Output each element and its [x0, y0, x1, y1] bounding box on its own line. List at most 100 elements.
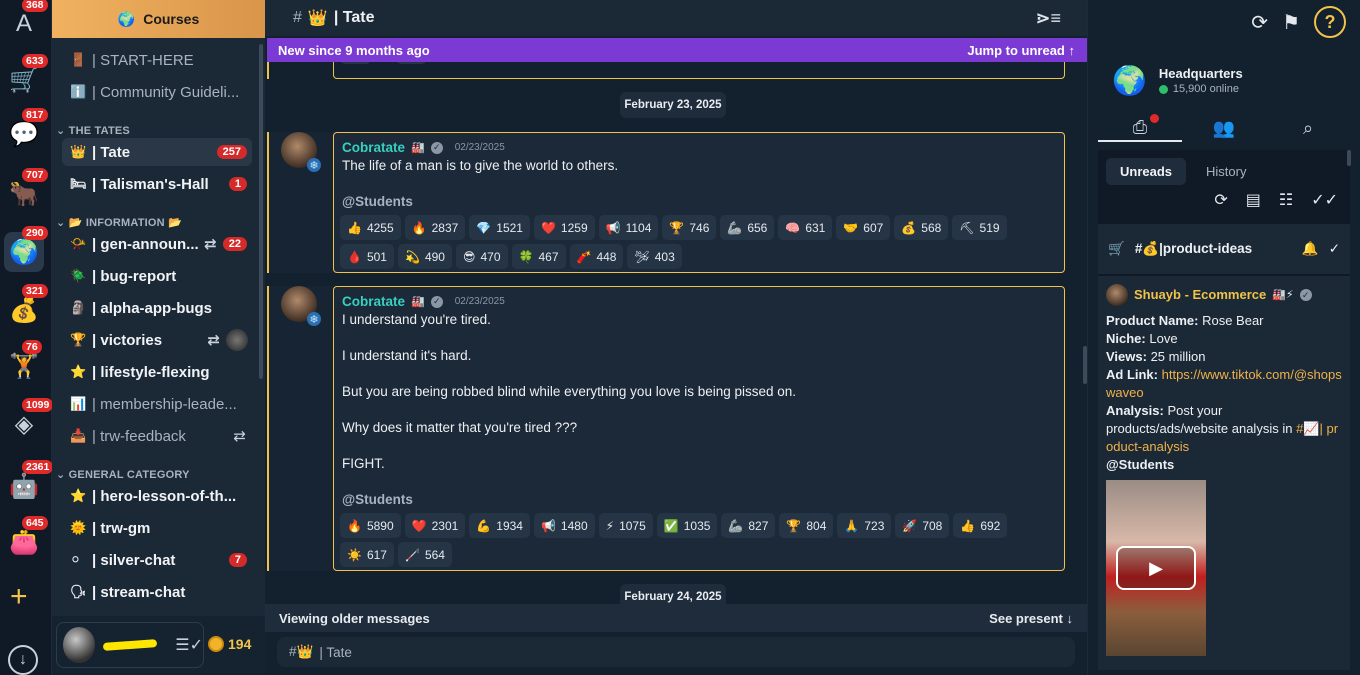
courses-button[interactable]: 🌍 Courses	[52, 0, 265, 38]
reaction-chip[interactable]: ❤️ 2301	[404, 513, 466, 538]
rail-money-button[interactable]: 💰 321	[4, 284, 48, 330]
reaction-chip[interactable]: 📢 1104	[598, 215, 659, 240]
tab-inbox[interactable]: ⎙	[1098, 114, 1182, 142]
reaction-chip[interactable]: 💎 1521	[469, 215, 530, 240]
bell-icon[interactable]: 🔔	[1302, 241, 1319, 257]
author-avatar[interactable]	[281, 132, 321, 172]
refresh-icon[interactable]: ⟳	[1251, 10, 1268, 35]
add-campus-icon[interactable]: +	[10, 580, 28, 614]
reaction-chip[interactable]: 🧨 448	[569, 244, 624, 269]
sidebar-channel-item[interactable]: 🚪 | START-HERE	[62, 46, 252, 74]
reaction-chip[interactable]: 🦯 564	[397, 542, 452, 567]
sidebar-scrollbar[interactable]	[259, 44, 263, 379]
refresh-icon[interactable]: ⟳	[1214, 190, 1227, 210]
flag-icon[interactable]: ⚑	[1282, 10, 1300, 35]
avatar[interactable]	[63, 627, 96, 663]
sidebar-channel-item[interactable]: 🌞 | trw-gm	[62, 514, 252, 542]
archive-icon[interactable]: ▤	[1246, 190, 1261, 210]
mention[interactable]: @Students	[342, 492, 413, 507]
rail-ai-button[interactable]: 🤖 2361	[4, 460, 54, 506]
tab-search[interactable]: ⌕	[1266, 114, 1350, 142]
reaction-chip[interactable]: 💫 490	[397, 244, 452, 269]
sidebar-channel-item[interactable]: 🪲 | bug-report	[62, 262, 252, 290]
sidebar-channel-item[interactable]: 🗿 | alpha-app-bugs	[62, 294, 252, 322]
rail-bull-button[interactable]: 🐂 707	[4, 168, 48, 214]
author-name[interactable]: Shuayb - Ecommerce	[1134, 286, 1266, 304]
feed-header[interactable]: 🛒 #💰|product-ideas 🔔 ✓	[1098, 224, 1350, 274]
sidebar-channel-item[interactable]: 🗣 | stream-chat	[62, 578, 252, 606]
sidebar-channel-item[interactable]: 🏆 | victories ⇄	[62, 326, 252, 354]
see-present-button[interactable]: See present ↓	[989, 611, 1073, 626]
rail-fitness-button[interactable]: 🏋 76	[4, 340, 44, 386]
play-icon[interactable]: ▶	[1116, 546, 1196, 590]
author-name[interactable]: Cobratate	[342, 140, 405, 155]
message-composer[interactable]: #👑 | Tate	[277, 637, 1075, 667]
download-icon[interactable]: ↓	[8, 645, 38, 675]
sidebar-channel-item[interactable]: 📯 | gen-announ... ⇄ 22	[62, 230, 252, 258]
reaction-chip[interactable]: 🧠 631	[778, 215, 833, 240]
reaction-chip[interactable]: 🔥 5890	[340, 513, 401, 538]
reaction-chip[interactable]: 🚀 708	[895, 513, 950, 538]
reaction-chip[interactable]: ✅ 1035	[656, 513, 718, 538]
sidebar-channel-item[interactable]: 🛏 | Talisman's-Hall 1	[62, 170, 252, 198]
author-avatar[interactable]	[281, 286, 321, 326]
sidebar-channel-item[interactable]: 📊 | membership-leade...	[62, 390, 252, 418]
sidebar-channel-item[interactable]: ⭐ | lifestyle-flexing	[62, 358, 252, 386]
sidebar-channel-item[interactable]: 👑 | Tate 257	[62, 138, 252, 166]
reaction-chip[interactable]: ❤️ 1259	[533, 215, 595, 240]
reaction-chip[interactable]: 📢 1480	[533, 513, 595, 538]
reaction-chip[interactable]: ⛏ 519	[952, 215, 1007, 240]
unreads-tab[interactable]: Unreads	[1106, 158, 1187, 185]
reaction-chip[interactable]: 🦾 656	[720, 215, 775, 240]
rail-chat-button[interactable]: 💬 817	[4, 108, 48, 154]
mention[interactable]: @Students	[342, 194, 413, 209]
inbox-scrollbar[interactable]	[1347, 150, 1351, 166]
check-icon[interactable]: ✓	[1329, 241, 1340, 257]
user-card[interactable]: ☰✓	[56, 622, 204, 668]
reaction-chip[interactable]: 👍 4255	[340, 215, 401, 240]
reaction-chip[interactable]: 🙏 723	[837, 513, 892, 538]
sidebar-channel-item[interactable]: ⭐ | hero-lesson-of-th...	[62, 482, 252, 510]
tab-members[interactable]: 👥	[1182, 114, 1266, 142]
coin-balance[interactable]: 194	[208, 636, 251, 652]
category-header[interactable]: ⌄ THE TATES	[56, 124, 130, 137]
feed-channel-name[interactable]: #💰|product-ideas	[1135, 241, 1292, 257]
reaction-chip[interactable]: ⚡ 1075	[598, 513, 653, 538]
reaction-chip[interactable]: 👍 692	[953, 513, 1008, 538]
reaction-chip[interactable]: 💰 568	[894, 215, 949, 240]
rail-crypto-button[interactable]: ◈ 1099	[4, 398, 54, 444]
sidebar-channel-item[interactable]: ℹ️ | Community Guideli...	[62, 78, 252, 106]
message-scroll-area[interactable]: 442 480 February 23, 2025 Cobratate 🏭 ✓ …	[265, 62, 1087, 604]
reaction-chip[interactable]: 442	[340, 62, 371, 64]
filter-icon[interactable]: ☷	[1279, 190, 1293, 210]
sidebar-channel-item[interactable]: ⚪ | silver-chat 7	[62, 546, 252, 574]
reaction-chip[interactable]: 🛩 403	[627, 244, 682, 269]
history-tab[interactable]: History	[1192, 158, 1260, 185]
sidebar-channel-item[interactable]: 📥 | trw-feedback ⇄	[62, 422, 252, 450]
author-name[interactable]: Cobratate	[342, 294, 405, 309]
jump-to-unread-button[interactable]: Jump to unread ↑	[967, 43, 1075, 58]
reaction-chip[interactable]: 🦾 827	[721, 513, 776, 538]
checklist-icon[interactable]: ☰✓	[175, 635, 203, 655]
rail-shop-button[interactable]: 🛒 633	[4, 54, 48, 100]
rail-wallet-button[interactable]: 👛 645	[4, 516, 48, 562]
video-thumbnail[interactable]: ▶	[1106, 480, 1206, 656]
category-header[interactable]: ⌄ GENERAL CATEGORY	[56, 468, 190, 481]
reaction-chip[interactable]: 🏆 804	[779, 513, 834, 538]
new-messages-bar[interactable]: New since 9 months ago Jump to unread ↑	[267, 38, 1087, 62]
reaction-chip[interactable]: 💪 1934	[469, 513, 530, 538]
reaction-chip[interactable]: 🤝 607	[836, 215, 891, 240]
category-header[interactable]: ⌄ 📂 INFORMATION 📂	[56, 216, 182, 229]
reaction-chip[interactable]: 🩸 501	[340, 244, 394, 269]
reaction-chip[interactable]: 🍀 467	[511, 244, 566, 269]
mark-all-read-icon[interactable]: ✓✓	[1311, 190, 1338, 210]
reaction-chip[interactable]: 🏆 746	[662, 215, 717, 240]
member-list-toggle-icon[interactable]: ⋗≡	[1035, 8, 1061, 29]
rail-app-a-button[interactable]: A 368	[4, 0, 48, 44]
rail-globe-button[interactable]: 🌍 290	[4, 226, 48, 272]
help-icon[interactable]: ?	[1314, 6, 1346, 38]
mention[interactable]: @Students	[1106, 456, 1342, 474]
reaction-chip[interactable]: 480	[396, 62, 427, 64]
reaction-chip[interactable]: ☀️ 617	[340, 542, 394, 567]
author-avatar[interactable]	[1106, 284, 1128, 306]
